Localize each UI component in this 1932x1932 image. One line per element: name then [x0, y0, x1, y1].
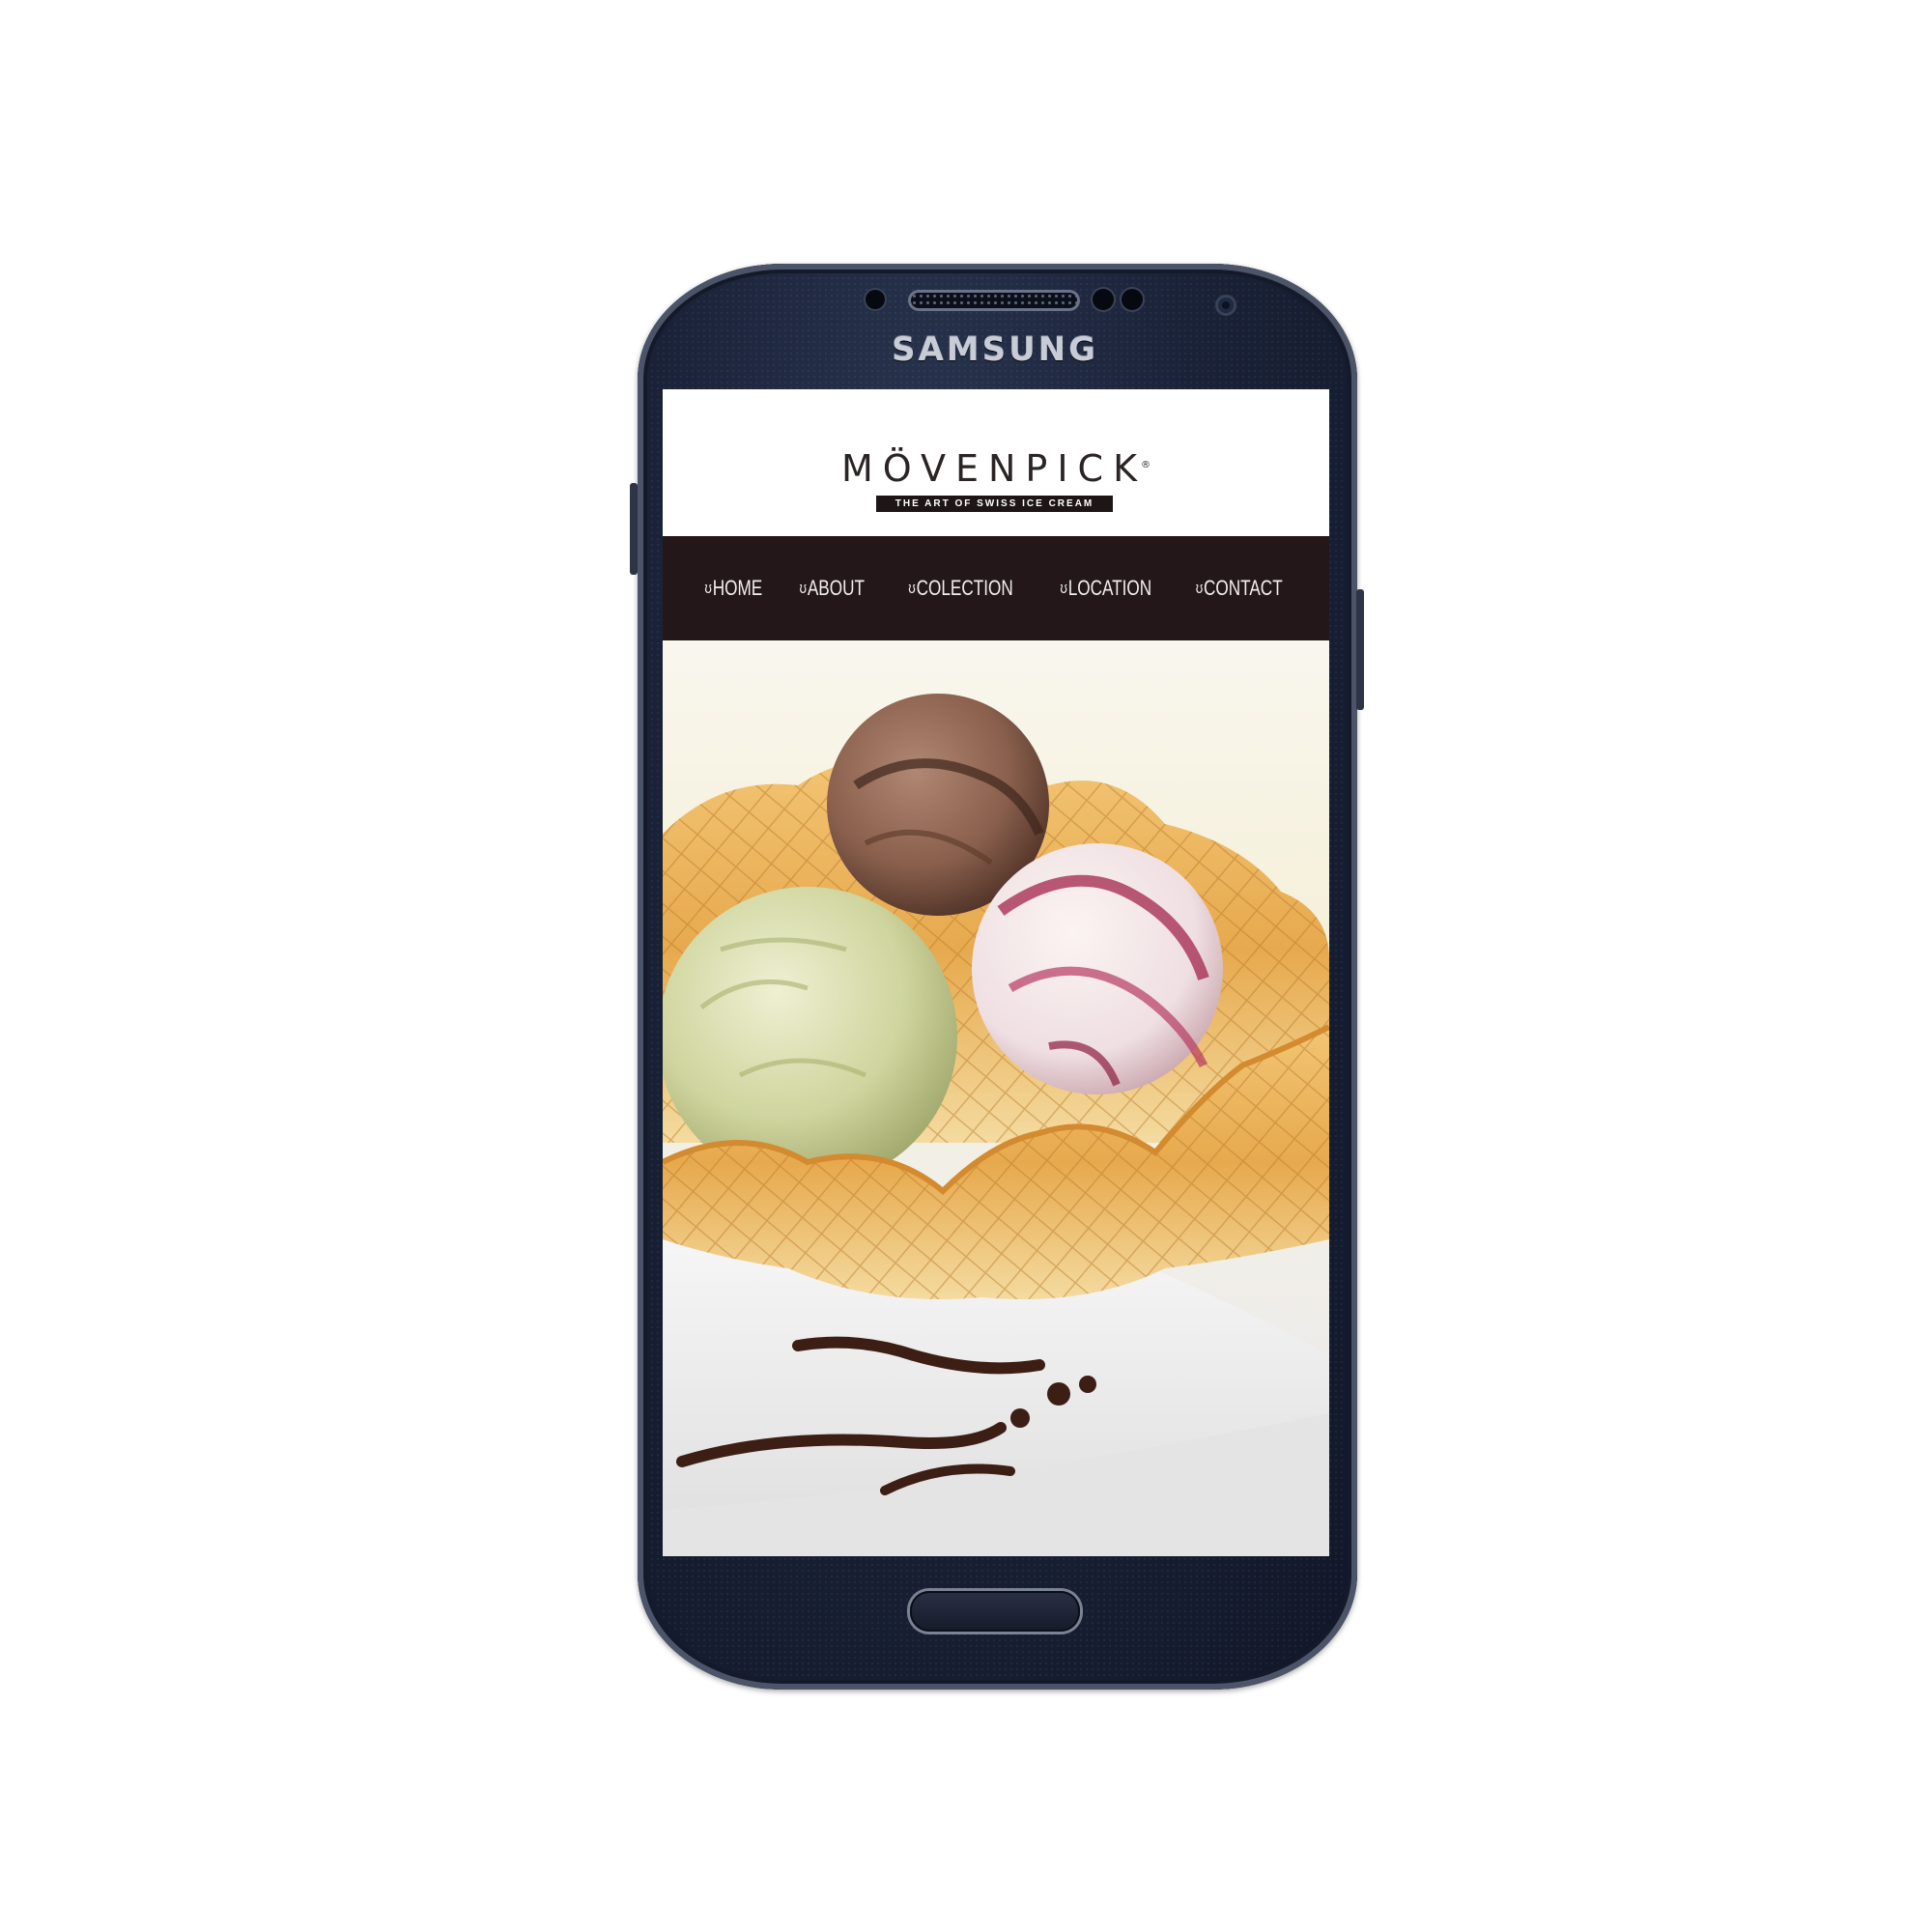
- brand-tagline: THE ART OF SWISS ICE CREAM: [876, 496, 1113, 512]
- nav-label: LOCATION: [1067, 576, 1151, 600]
- movenpick-drop-icon: ʊ: [1060, 579, 1067, 597]
- brand-wordmark: MÖVENPICK: [840, 447, 1148, 490]
- nav-label: CONTACT: [1204, 576, 1283, 600]
- movenpick-drop-icon: ʊ: [704, 579, 713, 597]
- nav-item-contact[interactable]: ʊ CONTACT: [1196, 576, 1283, 601]
- nav-label: COLECTION: [916, 576, 1013, 600]
- nav-item-home[interactable]: ʊ HOME: [705, 576, 763, 601]
- home-button[interactable]: [910, 1591, 1080, 1632]
- hero-image: [663, 640, 1329, 1556]
- nav-item-collection[interactable]: ʊ COLECTION: [908, 576, 1012, 601]
- site-header: MÖVENPICK® THE ART OF SWISS ICE CREAM: [663, 389, 1329, 536]
- volume-button[interactable]: [630, 483, 638, 575]
- main-navigation: ʊ HOME ʊ ABOUT ʊ COLECTION ʊ LOCATION ʊ …: [663, 536, 1329, 640]
- light-sensor-2: [1122, 289, 1143, 310]
- movenpick-drop-icon: ʊ: [1195, 579, 1204, 597]
- movenpick-drop-icon: ʊ: [799, 579, 808, 597]
- power-button[interactable]: [1356, 589, 1364, 710]
- phone-screen: MÖVENPICK® THE ART OF SWISS ICE CREAM ʊ …: [663, 389, 1329, 1556]
- nav-label: HOME: [713, 576, 763, 600]
- front-camera: [1218, 298, 1234, 313]
- nav-item-location[interactable]: ʊ LOCATION: [1060, 576, 1151, 601]
- light-sensor: [1093, 289, 1114, 310]
- earpiece-speaker: [911, 293, 1077, 308]
- movenpick-drop-icon: ʊ: [907, 579, 916, 597]
- device-brand-label: SAMSUNG: [891, 330, 1099, 369]
- brand-logo[interactable]: MÖVENPICK®: [663, 447, 1329, 490]
- nav-label: ABOUT: [807, 576, 866, 600]
- registered-mark: ®: [1141, 460, 1151, 471]
- proximity-sensor: [866, 290, 885, 309]
- nav-item-about[interactable]: ʊ ABOUT: [800, 576, 865, 601]
